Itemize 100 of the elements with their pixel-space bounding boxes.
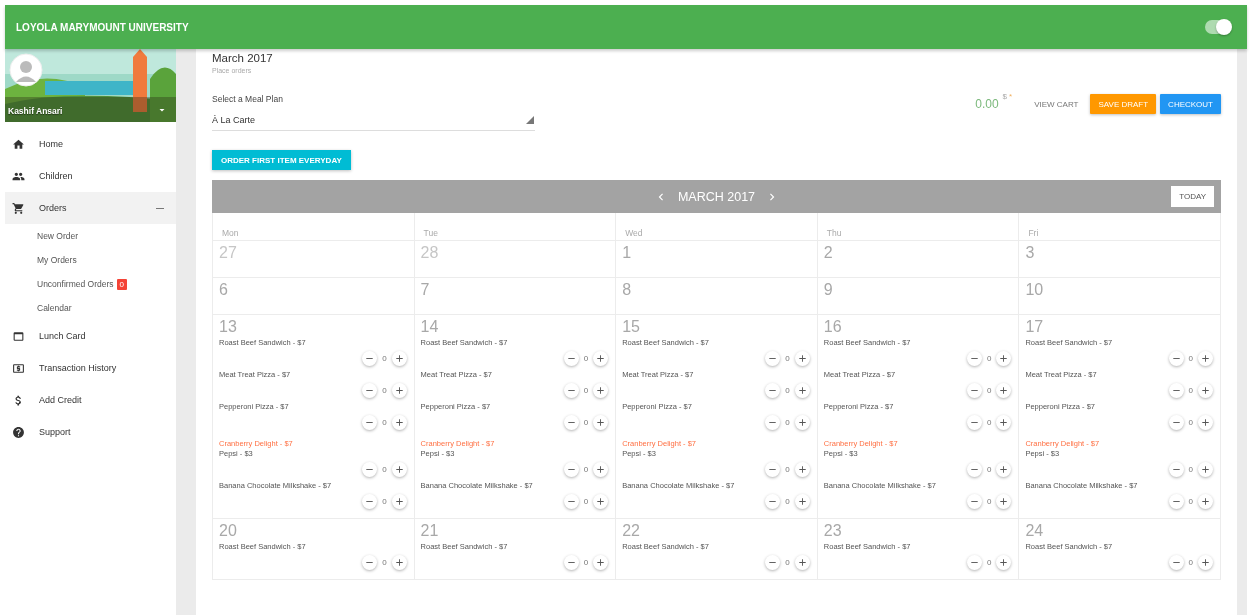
today-button[interactable]: TODAY	[1171, 186, 1214, 207]
plus-icon	[998, 495, 1010, 507]
increase-button[interactable]	[794, 493, 810, 509]
increase-button[interactable]	[593, 554, 609, 570]
menu-item[interactable]: Orders	[5, 192, 176, 224]
increase-button[interactable]	[391, 493, 407, 509]
decrease-button[interactable]	[966, 414, 982, 430]
increase-button[interactable]	[391, 382, 407, 398]
decrease-button[interactable]	[1168, 493, 1184, 509]
quantity-value: 0	[986, 353, 992, 363]
decrease-button[interactable]	[765, 382, 781, 398]
decrease-button[interactable]	[765, 493, 781, 509]
plus-icon	[595, 556, 607, 568]
decrease-button[interactable]	[362, 350, 378, 366]
toggle-switch[interactable]	[1205, 20, 1231, 34]
increase-button[interactable]	[593, 414, 609, 430]
plus-icon	[393, 556, 405, 568]
increase-button[interactable]	[996, 554, 1012, 570]
decrease-button[interactable]	[362, 414, 378, 430]
quantity-value: 0	[382, 385, 387, 395]
decrease-button[interactable]	[1168, 554, 1184, 570]
increase-button[interactable]	[593, 493, 609, 509]
quantity-value: 0	[986, 385, 992, 395]
quantity-value: 0	[583, 557, 589, 567]
banknote-icon	[12, 361, 25, 375]
decrease-button[interactable]	[966, 493, 982, 509]
increase-button[interactable]	[593, 461, 609, 477]
increase-button[interactable]	[1198, 493, 1213, 509]
meal-plan-select[interactable]: À La Carte	[212, 109, 535, 131]
increase-button[interactable]	[1198, 382, 1213, 398]
decrease-button[interactable]	[563, 350, 579, 366]
quantity-value: 0	[986, 557, 992, 567]
increase-button[interactable]	[1198, 554, 1213, 570]
decrease-button[interactable]	[563, 414, 579, 430]
increase-button[interactable]	[794, 414, 810, 430]
weekday-label: Wed	[625, 228, 643, 238]
increase-button[interactable]	[391, 554, 407, 570]
decrease-button[interactable]	[1168, 414, 1184, 430]
field-label: Select a Meal Plan	[212, 94, 284, 104]
decrease-button[interactable]	[563, 554, 579, 570]
quantity-value: 0	[382, 353, 387, 363]
increase-button[interactable]	[794, 382, 810, 398]
increase-button[interactable]	[794, 461, 810, 477]
plus-icon	[998, 384, 1010, 396]
decrease-button[interactable]	[362, 382, 378, 398]
increase-button[interactable]	[1198, 350, 1213, 366]
increase-button[interactable]	[996, 350, 1012, 366]
increase-button[interactable]	[1198, 461, 1213, 477]
increase-button[interactable]	[794, 350, 810, 366]
decrease-button[interactable]	[966, 382, 982, 398]
decrease-button[interactable]	[563, 382, 579, 398]
decrease-button[interactable]	[1168, 461, 1184, 477]
decrease-button[interactable]	[765, 414, 781, 430]
view-cart-link[interactable]: VIEW CART	[1026, 94, 1087, 114]
menu-item[interactable]: Home	[5, 128, 176, 160]
submenu-item[interactable]: Unconfirmed Orders	[37, 279, 114, 289]
plus-icon	[393, 416, 405, 428]
plus-icon	[393, 463, 405, 475]
increase-button[interactable]	[794, 554, 810, 570]
menu-item[interactable]: Lunch Card	[5, 320, 176, 352]
increase-button[interactable]	[996, 493, 1012, 509]
decrease-button[interactable]	[966, 350, 982, 366]
increase-button[interactable]	[996, 461, 1012, 477]
quantity-value: 0	[583, 496, 589, 506]
decrease-button[interactable]	[563, 461, 579, 477]
decrease-button[interactable]	[1168, 382, 1184, 398]
decrease-button[interactable]	[362, 493, 378, 509]
increase-button[interactable]	[996, 414, 1012, 430]
calendar-month: MARCH 2017	[677, 189, 756, 204]
quantity-value: 0	[986, 464, 992, 474]
decrease-button[interactable]	[362, 554, 378, 570]
decrease-button[interactable]	[1168, 350, 1184, 366]
decrease-button[interactable]	[765, 350, 781, 366]
increase-button[interactable]	[391, 414, 407, 430]
menu-item[interactable]: Add Credit	[5, 384, 176, 416]
header-title: LOYOLA MARYMOUNT UNIVERSITY	[16, 21, 189, 33]
quantity-value: 0	[785, 464, 790, 474]
submenu-item[interactable]: New Order	[37, 231, 79, 241]
increase-button[interactable]	[593, 350, 609, 366]
menu-item[interactable]: Children	[5, 160, 176, 192]
decrease-button[interactable]	[765, 461, 781, 477]
increase-button[interactable]	[391, 350, 407, 366]
plus-icon	[1200, 352, 1211, 364]
decrease-button[interactable]	[563, 493, 579, 509]
menu-item[interactable]: Support	[5, 416, 176, 448]
decrease-button[interactable]	[966, 461, 982, 477]
decrease-button[interactable]	[966, 554, 982, 570]
quantity-value: 0	[1188, 464, 1193, 474]
menu-item[interactable]: Transaction History	[5, 352, 176, 384]
submenu-item[interactable]: Calendar	[37, 303, 72, 313]
decrease-button[interactable]	[765, 554, 781, 570]
increase-button[interactable]	[391, 461, 407, 477]
day-number: 7	[420, 281, 431, 300]
increase-button[interactable]	[996, 382, 1012, 398]
decrease-button[interactable]	[362, 461, 378, 477]
increase-button[interactable]	[593, 382, 609, 398]
increase-button[interactable]	[1198, 414, 1213, 430]
submenu-item[interactable]: My Orders	[37, 255, 77, 265]
quantity-value: 0	[382, 496, 387, 506]
cart-icon	[12, 201, 25, 215]
